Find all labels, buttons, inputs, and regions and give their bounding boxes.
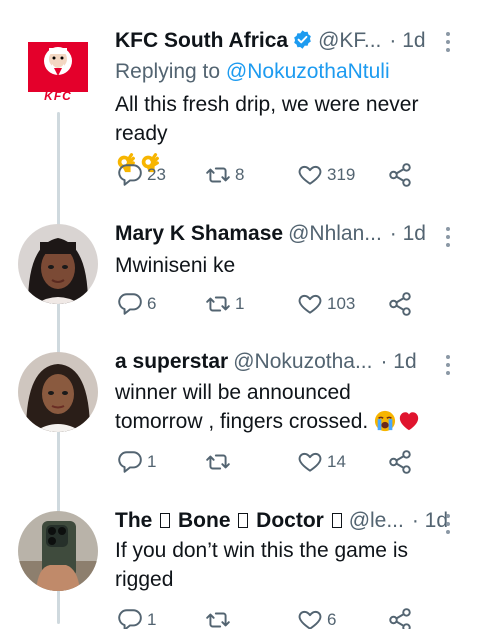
retweet-button[interactable]: 1 — [205, 291, 244, 317]
avatar-photo — [18, 352, 98, 432]
tweet-reply[interactable]: Mary K Shamase @Nhlan... · 1d Mwiniseni … — [0, 215, 480, 335]
share-button[interactable] — [387, 162, 413, 188]
reply-icon — [118, 451, 142, 473]
reply-button[interactable]: 6 — [117, 291, 156, 317]
tweet-text-content: All this fresh drip, we were never ready — [115, 93, 419, 145]
reply-count: 1 — [147, 610, 157, 629]
tweet-text-line2: rigged — [115, 568, 174, 591]
reply-icon — [118, 164, 142, 186]
reply-count: 1 — [147, 452, 157, 471]
tweet-text-line1: winner will be announced — [115, 381, 351, 404]
like-button[interactable]: 6 — [297, 607, 336, 629]
retweet-button[interactable] — [205, 607, 235, 629]
share-button[interactable] — [387, 291, 413, 317]
tweet-reply[interactable]: The Bone Doctor @le... · 1d If you don’t… — [0, 502, 480, 629]
reply-icon — [118, 609, 142, 629]
reply-count: 23 — [147, 165, 166, 184]
avatar[interactable] — [18, 352, 98, 432]
display-name-part: Doctor — [250, 509, 330, 532]
retweet-count: 8 — [235, 165, 245, 184]
mention-link[interactable]: @NokuzothaNtuli — [226, 60, 390, 83]
tweet-actions: 1 14 — [115, 449, 425, 479]
more-vertical-icon[interactable] — [438, 353, 458, 377]
tweet-actions: 1 6 — [115, 607, 425, 629]
tweet-text-content: Mwiniseni ke — [115, 254, 236, 277]
retweet-icon — [206, 612, 230, 628]
retweet-icon — [206, 296, 230, 312]
tweet-text: Mwiniseni ke — [115, 251, 460, 280]
handle[interactable]: @Nokuzotha... — [233, 350, 372, 374]
timestamp[interactable]: · 1d — [390, 222, 426, 246]
heart-icon — [298, 452, 322, 472]
tweet-header: The Bone Doctor @le... · 1d — [115, 509, 460, 537]
share-icon — [389, 292, 411, 316]
handle[interactable]: @KF... — [318, 29, 381, 53]
reply-button[interactable]: 1 — [117, 449, 156, 475]
like-count: 6 — [327, 610, 337, 629]
like-count: 14 — [327, 452, 346, 471]
tweet-text-line2: tomorrow , fingers crossed. — [115, 410, 369, 433]
like-count: 319 — [327, 165, 356, 184]
timestamp[interactable]: · 1d — [380, 350, 416, 374]
avatar-photo — [18, 224, 98, 304]
kfc-logo-text: KFC — [44, 89, 72, 103]
retweet-count: 1 — [235, 294, 245, 313]
reply-count: 6 — [147, 294, 157, 313]
timestamp[interactable]: · 1d — [389, 29, 425, 53]
tweet-reply[interactable]: a superstar @Nokuzotha... · 1d winner wi… — [0, 343, 480, 493]
like-button[interactable]: 103 — [297, 291, 355, 317]
missing-glyph-box — [331, 513, 342, 528]
more-vertical-icon[interactable] — [438, 512, 458, 536]
tweet-kfc[interactable]: KFC KFC South Africa @KF... · 1d Replyin… — [0, 0, 480, 200]
display-name[interactable]: The Bone Doctor — [115, 509, 344, 533]
tweet-actions: 23 8 319 — [115, 162, 425, 192]
avatar[interactable] — [18, 224, 98, 304]
share-icon — [389, 608, 411, 629]
share-button[interactable] — [387, 607, 413, 629]
tweet-text: If you don’t win this the game is rigged — [115, 536, 460, 594]
display-name-part: The — [115, 509, 159, 532]
missing-glyph-box — [238, 513, 249, 528]
replying-to-label: Replying to — [115, 60, 226, 83]
avatar[interactable]: KFC — [18, 28, 98, 108]
like-button[interactable]: 319 — [297, 162, 355, 188]
share-icon — [389, 163, 411, 187]
tweet-header: Mary K Shamase @Nhlan... · 1d — [115, 222, 460, 250]
display-name[interactable]: a superstar — [115, 350, 228, 374]
tweet-actions: 6 1 103 — [115, 291, 425, 321]
share-icon — [389, 450, 411, 474]
retweet-button[interactable]: 8 — [205, 162, 244, 188]
more-vertical-icon[interactable] — [438, 225, 458, 249]
handle[interactable]: @le... — [349, 509, 404, 533]
display-name[interactable]: Mary K Shamase — [115, 222, 283, 246]
tweet-header: a superstar @Nokuzotha... · 1d — [115, 350, 460, 378]
display-name-part: Bone — [172, 509, 237, 532]
crying-face-emoji — [375, 410, 396, 432]
missing-glyph-box — [160, 513, 171, 528]
heart-icon — [298, 294, 322, 314]
verified-badge-icon — [294, 30, 311, 49]
like-count: 103 — [327, 294, 356, 313]
tweet-text: winner will be announced tomorrow , fing… — [115, 378, 460, 436]
avatar-photo — [18, 511, 98, 591]
avatar[interactable] — [18, 511, 98, 591]
tweet-header: KFC South Africa @KF... · 1d — [115, 26, 460, 54]
display-name[interactable]: KFC South Africa — [115, 29, 288, 53]
retweet-icon — [206, 454, 230, 470]
heart-icon — [298, 610, 322, 629]
heart-icon — [298, 165, 322, 185]
reply-icon — [118, 293, 142, 315]
retweet-icon — [206, 167, 230, 183]
more-vertical-icon[interactable] — [438, 30, 458, 54]
reply-button[interactable]: 1 — [117, 607, 156, 629]
share-button[interactable] — [387, 449, 413, 475]
red-heart-emoji — [399, 412, 419, 431]
tweet-text-line1: If you don’t win this the game is — [115, 539, 408, 562]
handle[interactable]: @Nhlan... — [288, 222, 382, 246]
reply-button[interactable]: 23 — [117, 162, 166, 188]
retweet-button[interactable] — [205, 449, 235, 475]
replying-to: Replying to @NokuzothaNtuli — [115, 60, 390, 84]
like-button[interactable]: 14 — [297, 449, 346, 475]
